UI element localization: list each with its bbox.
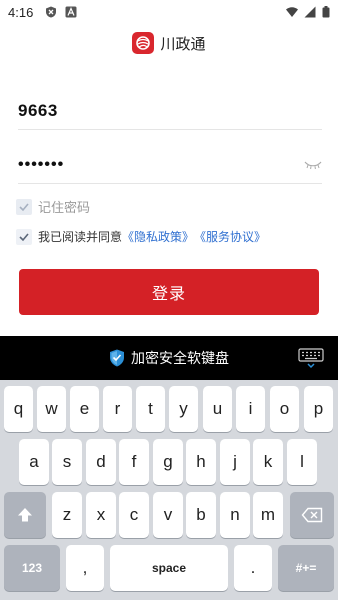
keyboard-row-2: a s d f g h j k l <box>0 439 338 485</box>
key-f[interactable]: f <box>119 439 149 485</box>
backspace-key[interactable] <box>290 492 334 538</box>
account-input[interactable] <box>18 100 322 121</box>
key-l[interactable]: l <box>287 439 317 485</box>
secure-keyboard: 加密安全软键盘 q w e r t y u i o p a s d f g h … <box>0 336 338 600</box>
numbers-key[interactable]: 123 <box>4 545 60 591</box>
key-w[interactable]: w <box>37 386 66 432</box>
keyboard-hide-icon[interactable] <box>298 348 324 370</box>
key-i[interactable]: i <box>236 386 265 432</box>
key-q[interactable]: q <box>4 386 33 432</box>
symbols-key[interactable]: #+= <box>278 545 334 591</box>
key-c[interactable]: c <box>119 492 149 538</box>
wifi-icon <box>286 7 298 17</box>
agree-prefix: 我已阅读并同意 <box>38 230 123 244</box>
key-p[interactable]: p <box>304 386 333 432</box>
key-d[interactable]: d <box>86 439 116 485</box>
eye-closed-icon[interactable] <box>304 160 322 170</box>
key-e[interactable]: e <box>70 386 99 432</box>
key-u[interactable]: u <box>203 386 232 432</box>
key-b[interactable]: b <box>186 492 216 538</box>
key-m[interactable]: m <box>253 492 283 538</box>
keyboard-header: 加密安全软键盘 <box>0 336 338 380</box>
shield-x-icon <box>46 6 57 18</box>
key-t[interactable]: t <box>136 386 165 432</box>
key-j[interactable]: j <box>220 439 250 485</box>
keyboard-title: 加密安全软键盘 <box>131 351 229 367</box>
key-k[interactable]: k <box>253 439 283 485</box>
check-icon <box>19 232 29 241</box>
status-bar: 4:16 <box>0 0 338 24</box>
key-y[interactable]: y <box>169 386 198 432</box>
status-time: 4:16 <box>8 4 34 20</box>
battery-icon <box>322 6 330 18</box>
remember-password-row[interactable]: 记住密码 <box>16 197 90 216</box>
comma-key[interactable]: , <box>66 545 104 591</box>
agree-checkbox[interactable] <box>16 228 32 245</box>
a-letter-icon <box>65 6 77 18</box>
remember-checkbox[interactable] <box>16 198 32 215</box>
app-brand: 川政通 <box>0 32 338 54</box>
app-logo-icon <box>132 32 155 54</box>
key-x[interactable]: x <box>86 492 116 538</box>
agreement-row: 我已阅读并同意 《隐私政策》 《服务协议》 <box>16 228 266 245</box>
password-input[interactable] <box>18 155 304 174</box>
keyboard-row-1: q w e r t y u i o p <box>0 386 338 432</box>
keyboard-row-4: 123 , space . #+= <box>0 545 338 591</box>
key-h[interactable]: h <box>186 439 216 485</box>
status-icons-left <box>45 6 77 18</box>
period-key[interactable]: . <box>234 545 272 591</box>
keyboard-row-3: z x c v b n m <box>0 492 338 538</box>
space-key[interactable]: space <box>110 545 228 591</box>
key-s[interactable]: s <box>52 439 82 485</box>
login-button[interactable]: 登录 <box>19 269 319 315</box>
app-name: 川政通 <box>160 34 206 53</box>
account-field-row <box>18 92 322 130</box>
status-icons-right <box>286 6 330 18</box>
shift-key[interactable] <box>4 492 46 538</box>
backspace-icon <box>301 507 323 523</box>
signal-icon <box>304 6 316 18</box>
key-v[interactable]: v <box>153 492 183 538</box>
key-z[interactable]: z <box>52 492 82 538</box>
privacy-policy-link[interactable]: 《隐私政策》 <box>122 228 194 245</box>
password-field-row <box>18 146 322 184</box>
check-icon <box>19 202 29 211</box>
key-r[interactable]: r <box>103 386 132 432</box>
remember-label: 记住密码 <box>38 201 91 216</box>
service-agreement-link[interactable]: 《服务协议》 <box>194 228 266 245</box>
key-a[interactable]: a <box>19 439 49 485</box>
key-o[interactable]: o <box>270 386 299 432</box>
keyboard-title-wrap: 加密安全软键盘 <box>109 348 229 368</box>
shift-arrow-icon <box>18 508 32 522</box>
logo-swirl-icon <box>136 36 151 50</box>
shield-check-icon <box>110 349 124 367</box>
key-n[interactable]: n <box>220 492 250 538</box>
key-g[interactable]: g <box>153 439 183 485</box>
